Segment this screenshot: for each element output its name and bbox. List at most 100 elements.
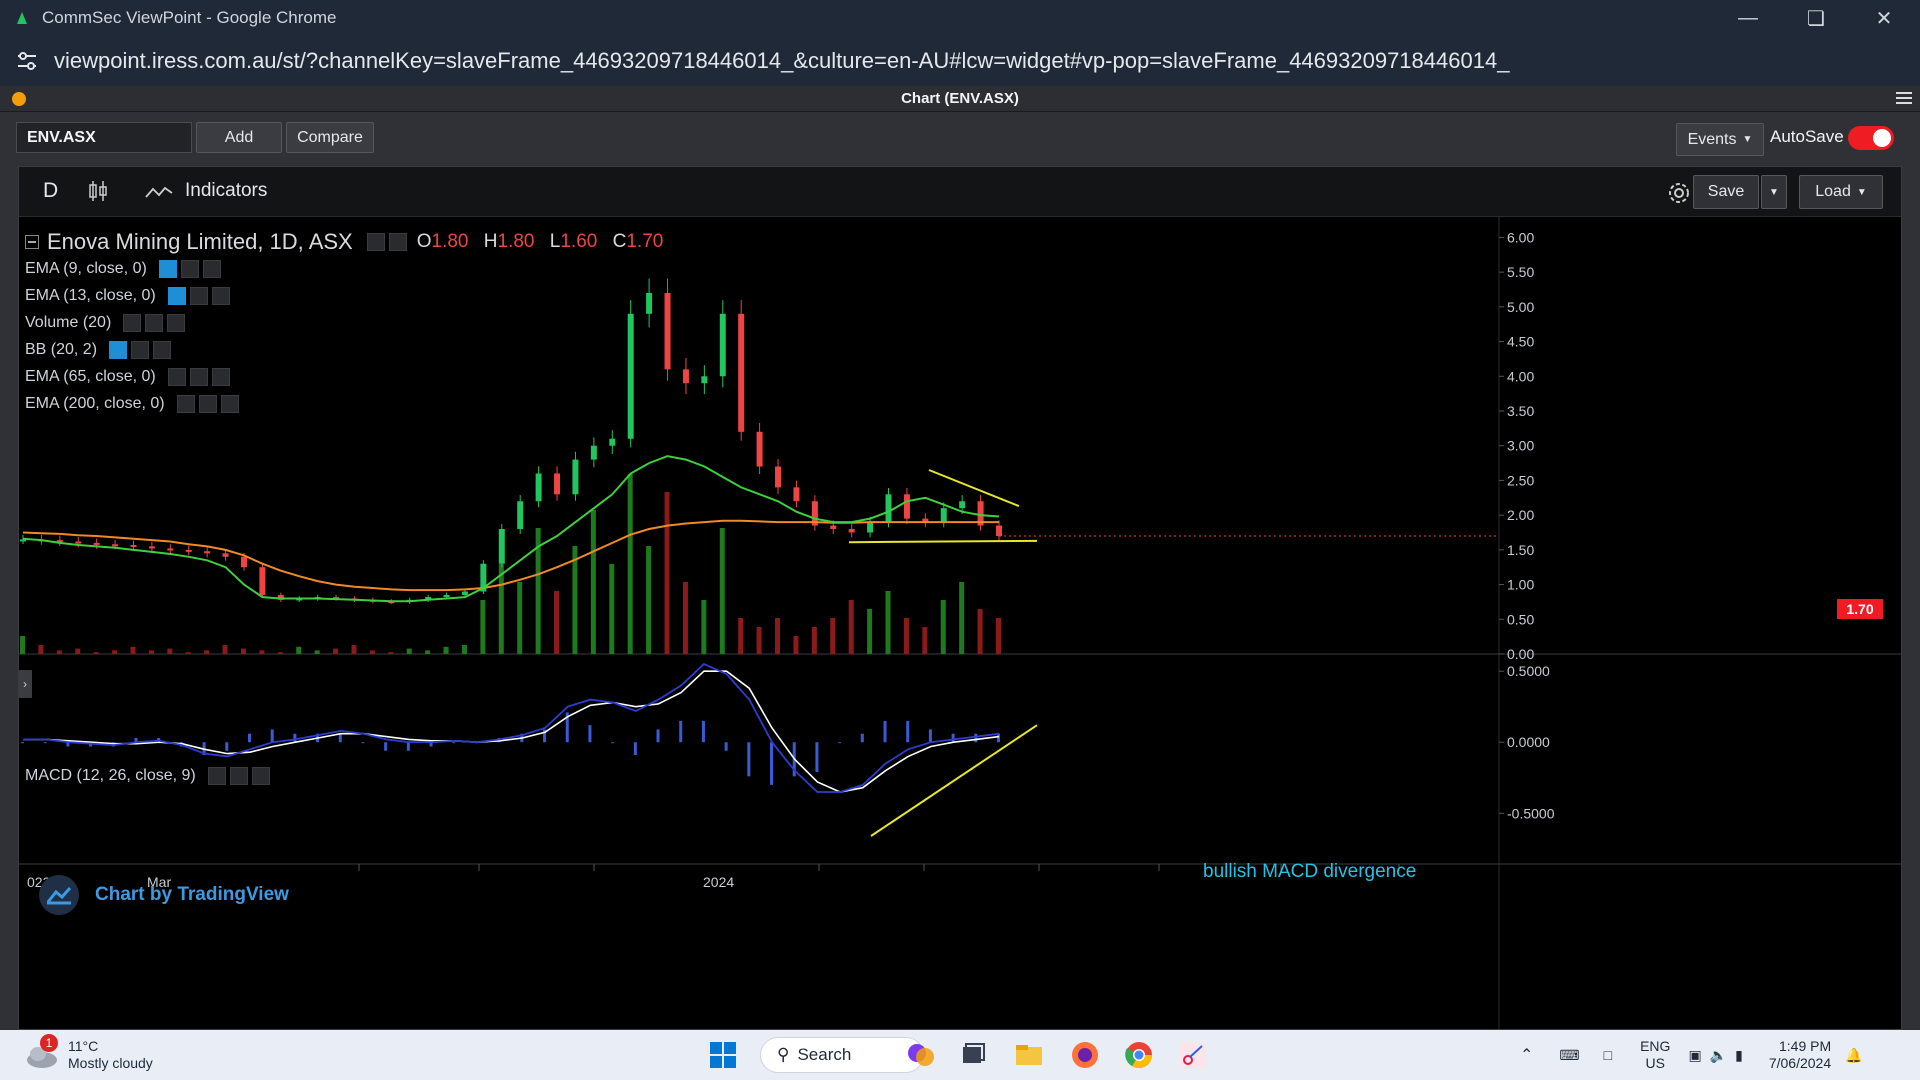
candle-body (130, 544, 137, 547)
settings-icon[interactable] (366, 233, 385, 251)
settings-icon[interactable] (145, 313, 164, 332)
volume-bar (240, 648, 246, 654)
events-dropdown[interactable]: Events ▼ (1676, 123, 1764, 156)
collapse-icon[interactable] (25, 235, 39, 249)
browser-titlebar: CommSec ViewPoint - Google Chrome — ❏ ✕ (0, 0, 1920, 36)
language-indicator[interactable]: ENG US (1640, 1038, 1670, 1072)
study-ema-13[interactable]: EMA (13, close, 0) (25, 282, 673, 309)
close-icon[interactable] (153, 340, 172, 359)
clock[interactable]: 1:49 PM 7/06/2024 (1769, 1038, 1831, 1072)
compare-button[interactable]: Compare (286, 122, 374, 153)
volume-bar (572, 546, 578, 654)
volume-bar (977, 609, 983, 654)
symbol-input[interactable]: ENV.ASX (16, 122, 192, 153)
candle-body (885, 494, 892, 523)
file-explorer-icon[interactable] (1012, 1038, 1046, 1072)
task-view-icon[interactable] (956, 1038, 990, 1072)
eye-icon[interactable] (123, 313, 142, 332)
minimize-icon[interactable]: — (1714, 0, 1782, 36)
restore-icon[interactable]: ❏ (1782, 0, 1850, 36)
close-icon[interactable] (211, 286, 230, 305)
notification-bell-icon[interactable]: 🔔 (1845, 1047, 1862, 1064)
candle-body (609, 438, 616, 446)
gear-icon[interactable] (1665, 179, 1693, 207)
macd-histogram-bar (270, 729, 274, 743)
display-icon[interactable]: ▣ (1688, 1047, 1701, 1064)
volume-bar (701, 600, 707, 654)
study-ema-200[interactable]: EMA (200, close, 0) (25, 390, 673, 417)
address-bar[interactable]: viewpoint.iress.com.au/st/?channelKey=sl… (0, 36, 1920, 86)
volume-bar (830, 618, 836, 654)
volume-bar (885, 591, 891, 654)
settings-icon[interactable] (229, 767, 248, 785)
candle-body (222, 553, 229, 557)
tradingview-watermark[interactable]: Chart by TradingView (39, 875, 289, 915)
candle-body (240, 556, 247, 568)
settings-icon[interactable] (189, 286, 208, 305)
candle-body (756, 431, 763, 467)
volume-bar (75, 648, 81, 654)
site-settings-icon[interactable] (14, 48, 40, 74)
close-icon[interactable] (211, 367, 230, 386)
volume-bar (112, 650, 118, 654)
battery-icon[interactable]: ▮ (1735, 1047, 1743, 1064)
study-volume[interactable]: Volume (20) (25, 309, 673, 336)
app-icon (17, 12, 27, 24)
volume-icon[interactable]: 🔈 (1710, 1047, 1727, 1064)
menu-icon[interactable] (1896, 91, 1912, 105)
indicators-icon[interactable] (145, 185, 173, 199)
volume-bar (204, 650, 210, 654)
copilot-icon[interactable] (904, 1038, 938, 1072)
macd-histogram-bar (838, 742, 842, 744)
windows-start-icon[interactable] (706, 1038, 740, 1072)
save-button[interactable]: Save (1693, 175, 1759, 209)
close-icon[interactable] (202, 259, 221, 278)
close-icon[interactable] (220, 394, 239, 413)
eye-icon[interactable] (207, 767, 226, 785)
settings-icon[interactable] (180, 259, 199, 278)
url-text[interactable]: viewpoint.iress.com.au/st/?channelKey=sl… (54, 48, 1509, 74)
chart-container[interactable]: D Indicators Save ▼ Load ▼ 6.00 5.50 5.00 4.… (18, 166, 1902, 1030)
volume-bar (682, 582, 688, 654)
settings-icon[interactable] (388, 233, 407, 251)
firefox-icon[interactable] (1068, 1038, 1102, 1072)
eye-icon[interactable] (167, 286, 186, 305)
chrome-icon[interactable] (1122, 1038, 1156, 1072)
low-value: 1.60 (560, 231, 598, 252)
taskbar-search[interactable]: ⚲ Search (760, 1037, 924, 1073)
indicators-button[interactable]: Indicators (185, 180, 267, 202)
keyboard-icon[interactable]: ⌨ (1559, 1047, 1579, 1064)
volume-bar (646, 546, 652, 654)
side-panel-handle[interactable]: › (18, 670, 32, 698)
interval-button[interactable]: D (43, 179, 58, 203)
tablet-icon[interactable]: □ (1604, 1047, 1612, 1063)
snipping-tool-icon[interactable] (1176, 1038, 1210, 1072)
price-tick-label: 0.50 (1507, 611, 1534, 627)
close-icon[interactable] (251, 767, 270, 785)
study-ema-65[interactable]: EMA (65, close, 0) (25, 363, 673, 390)
close-icon[interactable]: ✕ (1850, 0, 1918, 36)
settings-icon[interactable] (198, 394, 217, 413)
save-dropdown-button[interactable]: ▼ (1761, 175, 1787, 209)
add-button[interactable]: Add (196, 122, 282, 153)
macd-tick-label: 0.0000 (1507, 734, 1550, 750)
eye-icon[interactable] (167, 367, 186, 386)
chevron-up-icon[interactable]: ⌃ (1520, 1045, 1533, 1065)
volume-bar (719, 528, 725, 654)
time-tick-label: 2024 (703, 874, 734, 890)
candlestick-icon[interactable] (87, 179, 109, 203)
macd-label: MACD (12, 26, close, 9) (25, 767, 196, 784)
autosave-toggle[interactable] (1848, 126, 1894, 150)
study-bb[interactable]: BB (20, 2) (25, 336, 673, 363)
weather-widget[interactable]: 1 11°C Mostly cloudy (24, 1034, 153, 1072)
macd-histogram-bar (974, 733, 978, 743)
eye-icon[interactable] (176, 394, 195, 413)
load-dropdown[interactable]: Load ▼ (1799, 175, 1883, 209)
eye-icon[interactable] (158, 259, 177, 278)
settings-icon[interactable] (189, 367, 208, 386)
study-ema-9[interactable]: EMA (9, close, 0) (25, 255, 673, 282)
settings-icon[interactable] (131, 340, 150, 359)
close-icon[interactable] (167, 313, 186, 332)
eye-icon[interactable] (109, 340, 128, 359)
macd-histogram-bar (338, 733, 342, 743)
